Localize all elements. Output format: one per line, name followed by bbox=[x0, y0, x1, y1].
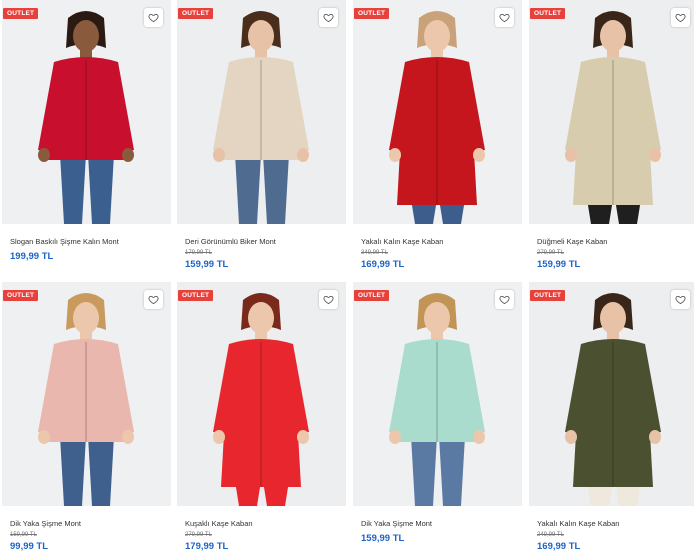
favorite-button[interactable] bbox=[495, 8, 514, 27]
product-image[interactable] bbox=[177, 282, 346, 506]
model-illustration bbox=[2, 0, 171, 224]
product-name[interactable]: Düğmeli Kaşe Kaban bbox=[537, 237, 692, 246]
favorite-button[interactable] bbox=[319, 290, 338, 309]
product-name[interactable]: Kuşaklı Kaşe Kaban bbox=[185, 519, 340, 528]
old-price: 249,99 TL bbox=[537, 532, 564, 538]
outlet-badge: OUTLET bbox=[3, 8, 39, 19]
product-price: 99,99 TL bbox=[10, 541, 49, 552]
product-price: 199,99 TL bbox=[10, 251, 54, 262]
product-card[interactable]: OUTLET Kuşaklı Kaşe Kaban 279,99 TL 179,… bbox=[177, 282, 346, 560]
model-illustration bbox=[353, 282, 522, 506]
product-image[interactable] bbox=[529, 0, 694, 224]
product-card[interactable]: OUTLET Slogan Baskılı Şişme Kalın Mont 1… bbox=[2, 0, 171, 278]
model-illustration bbox=[529, 0, 694, 224]
product-price: 159,99 TL bbox=[185, 259, 229, 270]
product-card[interactable]: OUTLET Dik Yaka Şişme Mont 159,99 TL bbox=[353, 282, 522, 560]
product-card[interactable]: OUTLET Yakalı Kalın Kaşe Kaban 249,99 TL… bbox=[529, 282, 694, 560]
outlet-badge: OUTLET bbox=[354, 8, 390, 19]
product-name[interactable]: Dik Yaka Şişme Mont bbox=[361, 519, 516, 528]
old-price: 349,99 TL bbox=[361, 250, 388, 256]
product-price: 159,99 TL bbox=[537, 259, 581, 270]
favorite-button[interactable] bbox=[144, 290, 163, 309]
product-price: 179,99 TL bbox=[185, 541, 229, 552]
heart-icon bbox=[148, 295, 159, 305]
product-image[interactable] bbox=[353, 0, 522, 224]
product-image[interactable] bbox=[177, 0, 346, 224]
product-image[interactable] bbox=[353, 282, 522, 506]
heart-icon bbox=[148, 13, 159, 23]
product-name[interactable]: Dik Yaka Şişme Mont bbox=[10, 519, 165, 528]
outlet-badge: OUTLET bbox=[178, 290, 214, 301]
product-image[interactable] bbox=[2, 0, 171, 224]
product-price: 159,99 TL bbox=[361, 533, 405, 544]
product-price: 169,99 TL bbox=[361, 259, 405, 270]
heart-icon bbox=[675, 295, 686, 305]
outlet-badge: OUTLET bbox=[178, 8, 214, 19]
product-card[interactable]: OUTLET Dik Yaka Şişme Mont 159,99 TL 99,… bbox=[2, 282, 171, 560]
product-card[interactable]: OUTLET Yakalı Kalın Kaşe Kaban 349,99 TL… bbox=[353, 0, 522, 278]
product-image[interactable] bbox=[2, 282, 171, 506]
outlet-badge: OUTLET bbox=[3, 290, 39, 301]
old-price: 159,99 TL bbox=[10, 532, 37, 538]
product-card[interactable]: OUTLET Deri Görünümlü Biker Mont 179,99 … bbox=[177, 0, 346, 278]
favorite-button[interactable] bbox=[144, 8, 163, 27]
outlet-badge: OUTLET bbox=[354, 290, 390, 301]
model-illustration bbox=[177, 0, 346, 224]
outlet-badge: OUTLET bbox=[530, 8, 566, 19]
product-image[interactable] bbox=[529, 282, 694, 506]
model-illustration bbox=[529, 282, 694, 506]
product-card[interactable]: OUTLET Düğmeli Kaşe Kaban 279,99 TL 159,… bbox=[529, 0, 694, 278]
product-name[interactable]: Yakalı Kalın Kaşe Kaban bbox=[537, 519, 692, 528]
heart-icon bbox=[323, 295, 334, 305]
product-name[interactable]: Yakalı Kalın Kaşe Kaban bbox=[361, 237, 516, 246]
heart-icon bbox=[499, 13, 510, 23]
product-name[interactable]: Deri Görünümlü Biker Mont bbox=[185, 237, 340, 246]
old-price: 179,99 TL bbox=[185, 250, 212, 256]
heart-icon bbox=[675, 13, 686, 23]
product-name[interactable]: Slogan Baskılı Şişme Kalın Mont bbox=[10, 237, 165, 246]
old-price: 279,99 TL bbox=[537, 250, 564, 256]
model-illustration bbox=[2, 282, 171, 506]
heart-icon bbox=[323, 13, 334, 23]
favorite-button[interactable] bbox=[671, 290, 690, 309]
model-illustration bbox=[353, 0, 522, 224]
favorite-button[interactable] bbox=[495, 290, 514, 309]
old-price: 279,99 TL bbox=[185, 532, 212, 538]
model-illustration bbox=[177, 282, 346, 506]
product-price: 169,99 TL bbox=[537, 541, 581, 552]
heart-icon bbox=[499, 295, 510, 305]
product-grid: OUTLET Slogan Baskılı Şişme Kalın Mont 1… bbox=[0, 0, 694, 557]
favorite-button[interactable] bbox=[671, 8, 690, 27]
outlet-badge: OUTLET bbox=[530, 290, 566, 301]
favorite-button[interactable] bbox=[319, 8, 338, 27]
